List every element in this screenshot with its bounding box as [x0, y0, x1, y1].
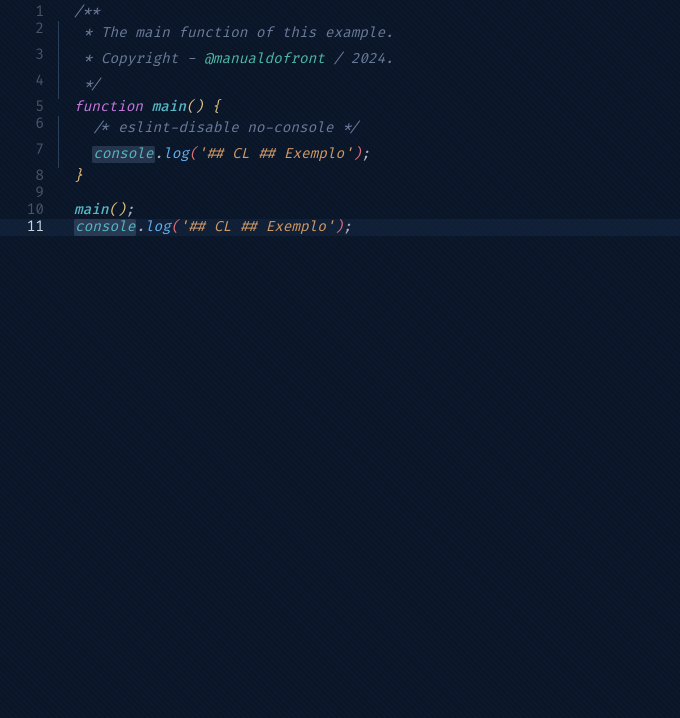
string-literal: '## CL ## Exemplo': [179, 219, 334, 236]
function-call: main: [74, 202, 108, 219]
code-content[interactable]: [58, 185, 680, 202]
comment-text: /* eslint-disable no-console */: [92, 120, 359, 137]
code-editor[interactable]: 1 /** 2 * The main function of this exam…: [0, 0, 680, 236]
code-content[interactable]: console.log('## CL ## Exemplo');: [58, 142, 680, 168]
dot: .: [136, 219, 145, 236]
comment-text: */: [75, 77, 101, 94]
brace: }: [74, 168, 83, 185]
code-row[interactable]: 5 function main() {: [0, 99, 680, 116]
semicolon: ;: [343, 219, 352, 236]
line-number: 11: [0, 219, 58, 236]
code-row[interactable]: 9: [0, 185, 680, 202]
code-row[interactable]: 4 */: [0, 73, 680, 99]
paren: ): [195, 99, 204, 116]
dot: .: [155, 146, 164, 163]
line-number: 8: [0, 168, 58, 185]
semicolon: ;: [361, 146, 370, 163]
code-content[interactable]: /* eslint-disable no-console */: [58, 116, 680, 142]
comment-text: /**: [74, 4, 100, 21]
code-content[interactable]: * Copyright - @manualdofront / 2024.: [58, 47, 680, 73]
line-number: 9: [0, 185, 58, 202]
line-number: 7: [0, 142, 58, 168]
paren: (: [108, 202, 117, 219]
line-number: 1: [0, 4, 58, 21]
code-row[interactable]: 8 }: [0, 168, 680, 185]
comment-text: / 2024.: [325, 51, 394, 68]
code-content[interactable]: main();: [58, 202, 680, 219]
code-content[interactable]: */: [58, 73, 680, 99]
method-log: log: [145, 219, 171, 236]
code-row[interactable]: 2 * The main function of this example.: [0, 21, 680, 47]
code-row[interactable]: 10 main();: [0, 202, 680, 219]
code-content[interactable]: /**: [58, 4, 680, 21]
object-console: console: [92, 146, 154, 163]
paren: ): [335, 219, 344, 236]
code-row-active[interactable]: 11 console.log('## CL ## Exemplo');: [0, 219, 680, 236]
semicolon: ;: [126, 202, 135, 219]
line-number: 10: [0, 202, 58, 219]
line-number: 2: [0, 21, 58, 47]
line-number: 3: [0, 47, 58, 73]
code-content[interactable]: * The main function of this example.: [58, 21, 680, 47]
code-content[interactable]: console.log('## CL ## Exemplo');: [58, 219, 680, 236]
code-row[interactable]: 3 * Copyright - @manualdofront / 2024.: [0, 47, 680, 73]
paren: (: [189, 146, 198, 163]
line-number: 5: [0, 99, 58, 116]
keyword: function: [74, 99, 143, 116]
code-row[interactable]: 7 console.log('## CL ## Exemplo');: [0, 142, 680, 168]
doc-tag: @manualdofront: [204, 51, 325, 68]
string-literal: '## CL ## Exemplo': [198, 146, 353, 163]
comment-text: * The main function of this example.: [75, 25, 394, 42]
paren: (: [186, 99, 195, 116]
paren: ): [117, 202, 126, 219]
code-row[interactable]: 1 /**: [0, 4, 680, 21]
object-console: console: [74, 219, 136, 236]
line-number: 6: [0, 116, 58, 142]
method-log: log: [163, 146, 189, 163]
code-content[interactable]: }: [58, 168, 680, 185]
function-name: main: [152, 99, 186, 116]
comment-text: * Copyright -: [75, 51, 204, 68]
code-content[interactable]: function main() {: [58, 99, 680, 116]
brace: {: [203, 99, 220, 116]
code-row[interactable]: 6 /* eslint-disable no-console */: [0, 116, 680, 142]
line-number: 4: [0, 73, 58, 99]
